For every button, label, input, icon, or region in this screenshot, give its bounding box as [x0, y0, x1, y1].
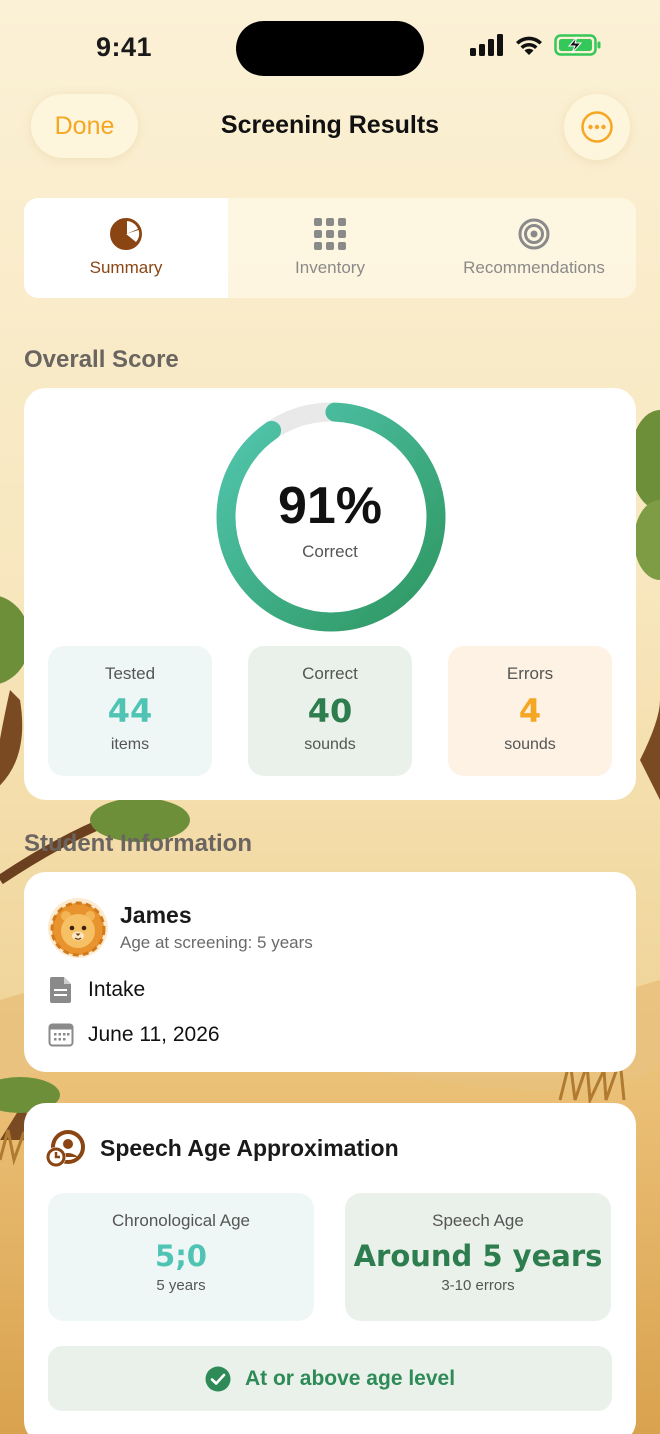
screening-type-row: Intake	[48, 976, 145, 1004]
lion-icon	[50, 901, 106, 957]
status-icons	[470, 34, 602, 56]
screening-date: June 11, 2026	[88, 1023, 220, 1046]
screening-date-row: June 11, 2026	[48, 1022, 220, 1048]
tab-recommendations[interactable]: Recommendations	[432, 198, 636, 298]
chronological-age-box: Chronological Age 5;0 5 years	[48, 1193, 314, 1321]
stat-tested-label: Tested	[104, 664, 156, 683]
speech-age-label: Speech Age	[432, 1211, 524, 1230]
speech-age-card: Speech Age Approximation Chronological A…	[24, 1103, 636, 1434]
pie-chart-icon	[110, 218, 142, 250]
tab-recommendations-label: Recommendations	[463, 258, 605, 277]
stat-errors-value: 4	[518, 692, 542, 730]
age-level-text: At or above age level	[244, 1366, 456, 1390]
stat-tested-value: 44	[107, 692, 153, 730]
stat-errors-label: Errors	[506, 664, 554, 683]
signal-icon	[470, 34, 503, 56]
student-name: James	[120, 902, 192, 928]
target-icon	[518, 218, 550, 250]
more-options-button[interactable]	[564, 94, 630, 160]
segmented-tabs: Summary Inventory Recommendations	[24, 198, 636, 298]
stat-correct: Correct 40 sounds	[248, 646, 412, 776]
lion-avatar	[48, 898, 108, 958]
document-icon	[50, 977, 71, 1003]
tab-summary[interactable]: Summary	[24, 198, 228, 298]
wifi-icon	[516, 36, 542, 55]
status-time: 9:41	[96, 32, 153, 62]
student-info-heading: Student Information	[24, 830, 252, 857]
speech-age-sub: 3-10 errors	[441, 1277, 515, 1294]
age-level-status: At or above age level	[48, 1346, 612, 1411]
tab-inventory[interactable]: Inventory	[228, 198, 432, 298]
chronological-age-label: Chronological Age	[112, 1211, 250, 1230]
page-title: Screening Results	[220, 111, 440, 139]
score-percent: 91%	[277, 477, 383, 535]
stat-tested: Tested 44 items	[48, 646, 212, 776]
overall-score-card: 91% Correct Tested 44 items Correct 40 s…	[24, 388, 636, 800]
battery-charging-icon	[554, 34, 601, 56]
speech-age-title: Speech Age Approximation	[100, 1135, 399, 1161]
student-age: Age at screening: 5 years	[120, 933, 313, 952]
overall-score-heading: Overall Score	[24, 346, 179, 373]
status-bar: 9:41	[0, 0, 660, 96]
dynamic-island	[236, 21, 424, 76]
stat-errors: Errors 4 sounds	[448, 646, 612, 776]
speech-age-icon	[46, 1130, 85, 1167]
chronological-age-value: 5;0	[155, 1239, 207, 1273]
checkmark-circle-icon	[205, 1366, 231, 1391]
tab-inventory-label: Inventory	[295, 258, 365, 277]
screening-type: Intake	[88, 978, 146, 1001]
stat-tested-unit: items	[110, 736, 150, 753]
calendar-icon	[48, 1023, 74, 1047]
tab-summary-label: Summary	[89, 258, 163, 277]
stat-correct-label: Correct	[302, 664, 358, 683]
chronological-age-sub: 5 years	[156, 1277, 206, 1294]
stat-correct-unit: sounds	[304, 736, 356, 753]
score-percent-caption: Correct	[302, 542, 358, 561]
grid-icon	[314, 218, 346, 250]
stat-correct-value: 40	[307, 692, 353, 730]
speech-age-value: Around 5 years	[353, 1239, 603, 1273]
student-info-card: James Age at screening: 5 years Intake J…	[24, 872, 636, 1072]
navigation-bar: Done Screening Results	[0, 94, 660, 160]
ellipsis-circle-icon	[581, 111, 613, 143]
stat-errors-unit: sounds	[504, 736, 556, 753]
speech-age-box: Speech Age Around 5 years 3-10 errors	[345, 1193, 611, 1321]
